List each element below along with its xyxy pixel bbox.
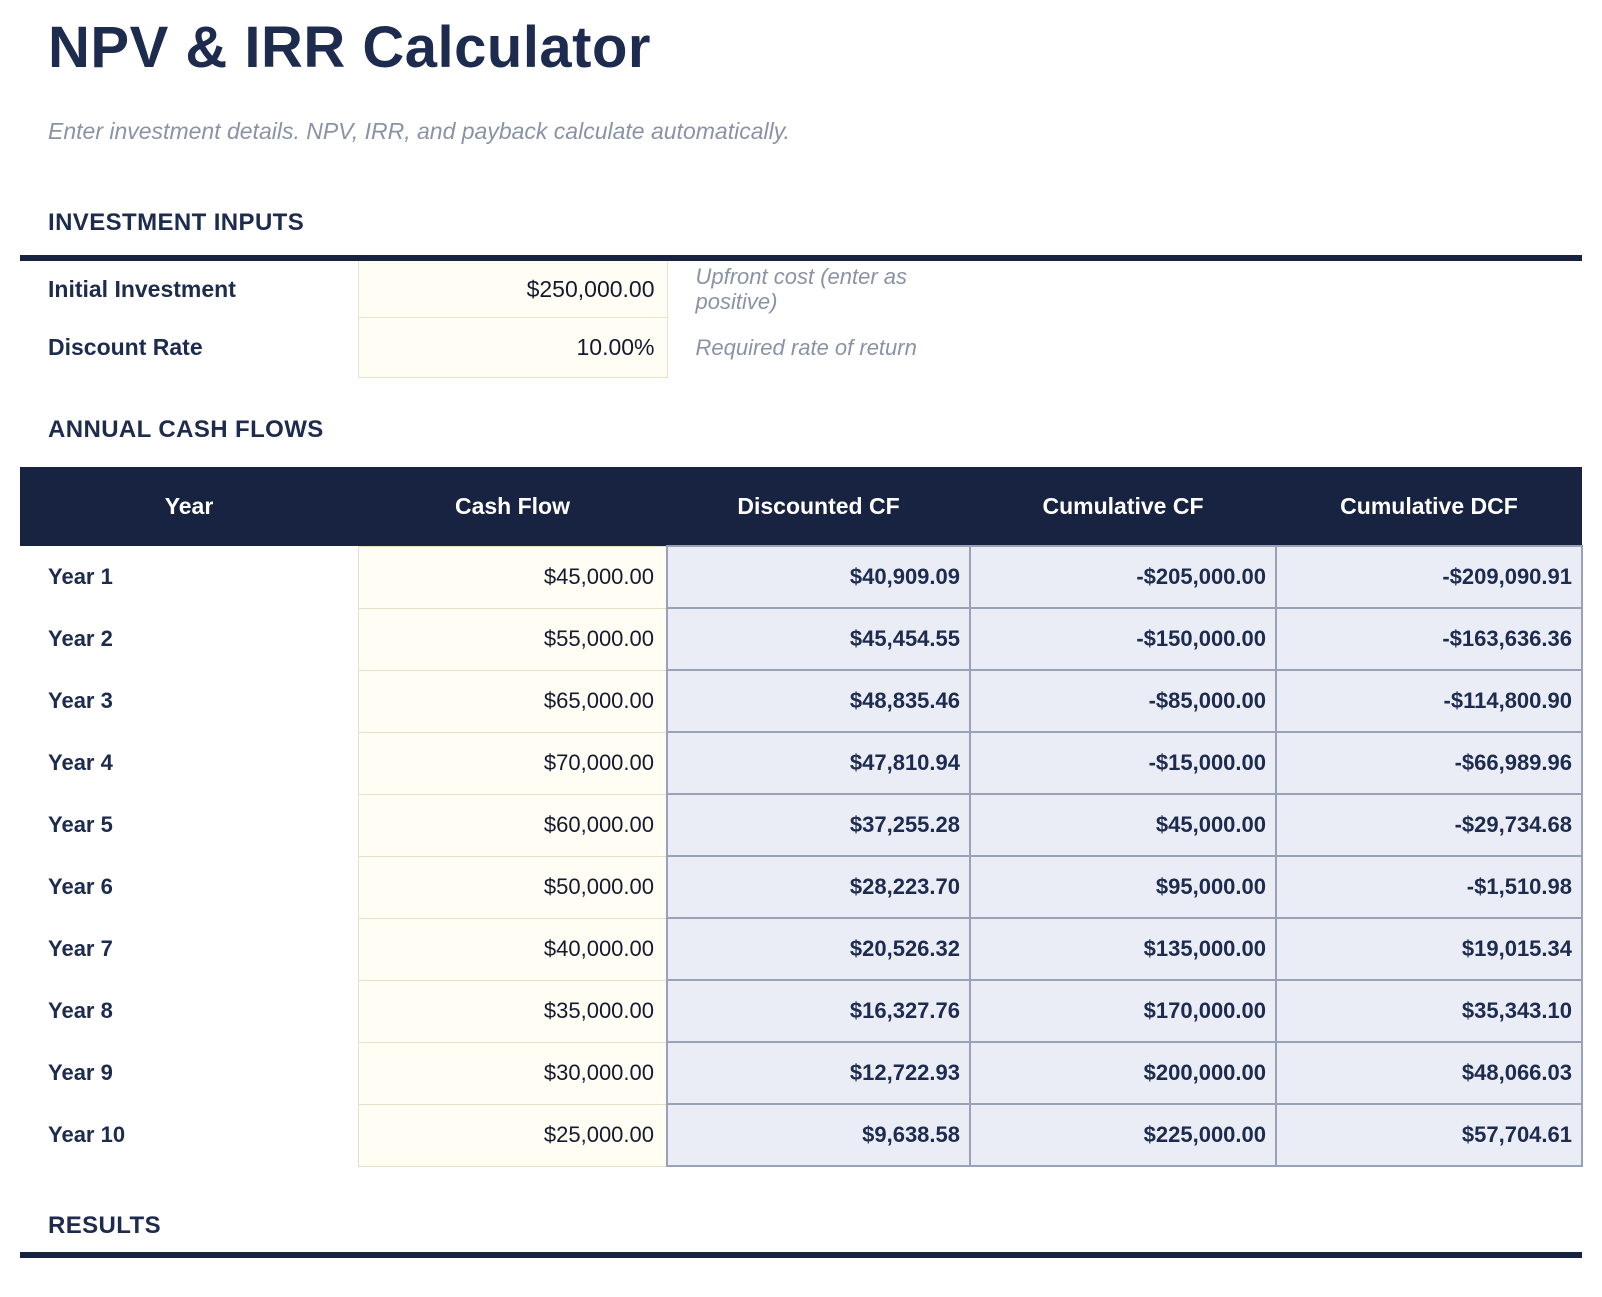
results-divider xyxy=(20,1252,1582,1258)
column-header-year: Year xyxy=(20,467,358,546)
cumulative-cf-value: -$15,000.00 xyxy=(970,732,1276,794)
cumulative-dcf-value: $57,704.61 xyxy=(1276,1104,1582,1166)
cumulative-cf-value: -$150,000.00 xyxy=(970,608,1276,670)
cash-flow-field[interactable]: $50,000.00 xyxy=(358,856,667,918)
cumulative-dcf-value: -$29,734.68 xyxy=(1276,794,1582,856)
input-row-initial-investment: Initial Investment $250,000.00 Upfront c… xyxy=(20,258,1582,318)
input-row-filler xyxy=(957,318,1582,378)
cumulative-dcf-value: $35,343.10 xyxy=(1276,980,1582,1042)
discount-rate-label: Discount Rate xyxy=(20,318,358,378)
cumulative-cf-value: $225,000.00 xyxy=(970,1104,1276,1166)
discounted-cf-value: $20,526.32 xyxy=(667,918,970,980)
cash-flow-field[interactable]: $60,000.00 xyxy=(358,794,667,856)
column-header-cumulative-dcf: Cumulative DCF xyxy=(1276,467,1582,546)
investment-inputs-table: Initial Investment $250,000.00 Upfront c… xyxy=(20,255,1582,379)
discounted-cf-value: $16,327.76 xyxy=(667,980,970,1042)
calculator-page: NPV & IRR Calculator Enter investment de… xyxy=(0,16,1602,1258)
table-row-year-4: Year 4 $70,000.00 $47,810.94 -$15,000.00… xyxy=(20,732,1582,794)
initial-investment-field[interactable]: $250,000.00 xyxy=(358,258,667,318)
table-row-year-3: Year 3 $65,000.00 $48,835.46 -$85,000.00… xyxy=(20,670,1582,732)
table-row-year-7: Year 7 $40,000.00 $20,526.32 $135,000.00… xyxy=(20,918,1582,980)
cash-flow-field[interactable]: $55,000.00 xyxy=(358,608,667,670)
page-title: NPV & IRR Calculator xyxy=(48,16,1582,80)
cumulative-dcf-value: -$209,090.91 xyxy=(1276,546,1582,608)
cash-flow-field[interactable]: $30,000.00 xyxy=(358,1042,667,1104)
cumulative-dcf-value: $48,066.03 xyxy=(1276,1042,1582,1104)
cash-flow-field[interactable]: $70,000.00 xyxy=(358,732,667,794)
cash-flow-field[interactable]: $40,000.00 xyxy=(358,918,667,980)
cash-flow-table: Year Cash Flow Discounted CF Cumulative … xyxy=(20,467,1583,1167)
page-subtitle: Enter investment details. NPV, IRR, and … xyxy=(48,118,1582,145)
cumulative-cf-value: $200,000.00 xyxy=(970,1042,1276,1104)
column-header-cumulative-cf: Cumulative CF xyxy=(970,467,1276,546)
year-label: Year 3 xyxy=(20,670,358,732)
column-header-discounted-cf: Discounted CF xyxy=(667,467,970,546)
year-label: Year 4 xyxy=(20,732,358,794)
results-heading: RESULTS xyxy=(48,1212,1582,1240)
table-row-year-10: Year 10 $25,000.00 $9,638.58 $225,000.00… xyxy=(20,1104,1582,1166)
cumulative-dcf-value: -$163,636.36 xyxy=(1276,608,1582,670)
year-label: Year 1 xyxy=(20,546,358,608)
year-label: Year 6 xyxy=(20,856,358,918)
discounted-cf-value: $45,454.55 xyxy=(667,608,970,670)
cumulative-cf-value: -$205,000.00 xyxy=(970,546,1276,608)
discounted-cf-value: $28,223.70 xyxy=(667,856,970,918)
discounted-cf-value: $40,909.09 xyxy=(667,546,970,608)
column-header-cash-flow: Cash Flow xyxy=(358,467,667,546)
year-label: Year 2 xyxy=(20,608,358,670)
year-label: Year 10 xyxy=(20,1104,358,1166)
discounted-cf-value: $12,722.93 xyxy=(667,1042,970,1104)
year-label: Year 7 xyxy=(20,918,358,980)
table-row-year-6: Year 6 $50,000.00 $28,223.70 $95,000.00 … xyxy=(20,856,1582,918)
cumulative-cf-value: $135,000.00 xyxy=(970,918,1276,980)
table-row-year-1: Year 1 $45,000.00 $40,909.09 -$205,000.0… xyxy=(20,546,1582,608)
discounted-cf-value: $9,638.58 xyxy=(667,1104,970,1166)
cash-flow-field[interactable]: $35,000.00 xyxy=(358,980,667,1042)
cumulative-dcf-value: $19,015.34 xyxy=(1276,918,1582,980)
cumulative-dcf-value: -$114,800.90 xyxy=(1276,670,1582,732)
cumulative-cf-value: $170,000.00 xyxy=(970,980,1276,1042)
initial-investment-label: Initial Investment xyxy=(20,258,358,318)
table-row-year-8: Year 8 $35,000.00 $16,327.76 $170,000.00… xyxy=(20,980,1582,1042)
table-row-year-5: Year 5 $60,000.00 $37,255.28 $45,000.00 … xyxy=(20,794,1582,856)
investment-inputs-heading: INVESTMENT INPUTS xyxy=(48,209,1582,237)
input-row-filler xyxy=(957,258,1582,318)
cash-flow-field[interactable]: $45,000.00 xyxy=(358,546,667,608)
initial-investment-note: Upfront cost (enter as positive) xyxy=(667,258,957,318)
cumulative-cf-value: $45,000.00 xyxy=(970,794,1276,856)
input-row-discount-rate: Discount Rate 10.00% Required rate of re… xyxy=(20,318,1582,378)
discounted-cf-value: $37,255.28 xyxy=(667,794,970,856)
year-label: Year 8 xyxy=(20,980,358,1042)
cumulative-cf-value: -$85,000.00 xyxy=(970,670,1276,732)
cumulative-dcf-value: -$66,989.96 xyxy=(1276,732,1582,794)
table-row-year-2: Year 2 $55,000.00 $45,454.55 -$150,000.0… xyxy=(20,608,1582,670)
cumulative-cf-value: $95,000.00 xyxy=(970,856,1276,918)
cash-flow-field[interactable]: $25,000.00 xyxy=(358,1104,667,1166)
cash-flow-header-row: Year Cash Flow Discounted CF Cumulative … xyxy=(20,467,1582,546)
discount-rate-field[interactable]: 10.00% xyxy=(358,318,667,378)
annual-cash-flows-heading: ANNUAL CASH FLOWS xyxy=(48,416,1582,444)
cash-flow-field[interactable]: $65,000.00 xyxy=(358,670,667,732)
table-row-year-9: Year 9 $30,000.00 $12,722.93 $200,000.00… xyxy=(20,1042,1582,1104)
discounted-cf-value: $47,810.94 xyxy=(667,732,970,794)
cumulative-dcf-value: -$1,510.98 xyxy=(1276,856,1582,918)
discount-rate-note: Required rate of return xyxy=(667,318,957,378)
year-label: Year 9 xyxy=(20,1042,358,1104)
year-label: Year 5 xyxy=(20,794,358,856)
discounted-cf-value: $48,835.46 xyxy=(667,670,970,732)
